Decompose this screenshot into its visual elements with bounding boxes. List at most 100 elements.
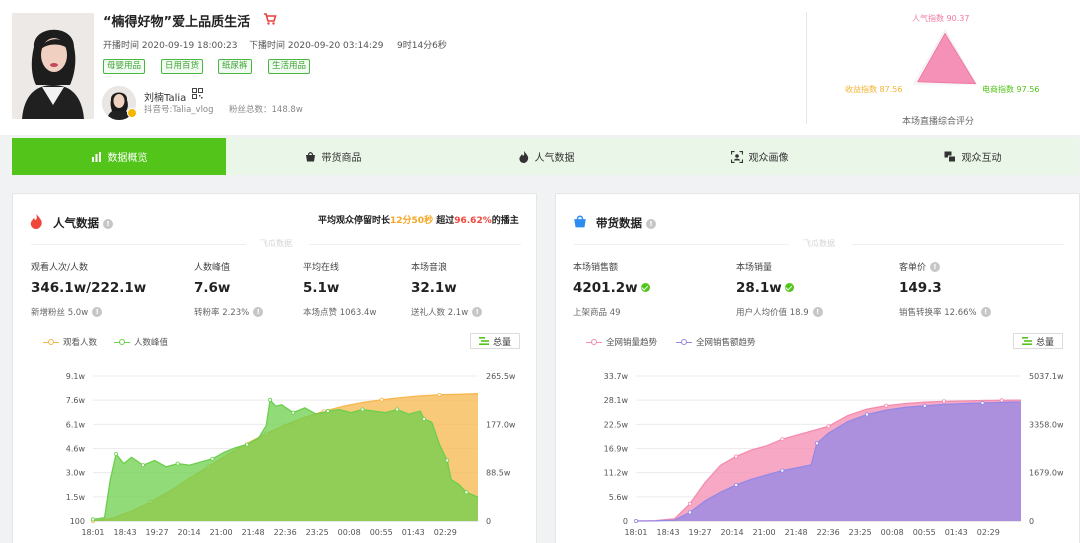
metric-sub: 上架商品 49	[573, 308, 621, 318]
metric-value: 28.1w	[736, 280, 794, 296]
data-point	[922, 403, 927, 408]
flame-icon	[30, 214, 42, 229]
metric-label: 平均在线	[303, 263, 340, 273]
legend-item[interactable]: 全网销量趋势	[586, 336, 657, 348]
radar-score-area	[916, 32, 977, 85]
info-icon[interactable]: !	[253, 307, 264, 317]
x-tick-label: 21:00	[210, 528, 233, 537]
metric-value: 7.6w	[194, 280, 231, 296]
score-radar-chart	[912, 29, 978, 85]
x-tick-label: 21:48	[242, 528, 265, 537]
x-tick-label: 02:29	[434, 528, 457, 537]
tag-chip[interactable]: 日用百货	[161, 59, 204, 74]
metric-sub: 用户人均价值 18.9!	[736, 306, 823, 318]
tab-products[interactable]: 带货商品	[226, 138, 440, 175]
stream-title: “楠得好物”爱上品质生活	[103, 15, 251, 30]
data-point	[864, 412, 869, 417]
x-tick-label: 18:43	[656, 528, 679, 537]
data-point	[395, 407, 400, 412]
y-left-tick-label: 28.1w	[604, 396, 629, 405]
y-left-tick-label: 6.1w	[66, 420, 86, 429]
y-left-tick-label: 1.5w	[66, 493, 86, 502]
y-left-tick-label: 4.6w	[66, 445, 86, 454]
info-icon[interactable]: !	[980, 307, 991, 317]
tag-chip[interactable]: 母婴用品	[103, 59, 146, 74]
data-point	[980, 400, 985, 405]
flame-icon	[518, 150, 528, 163]
data-point	[360, 407, 365, 412]
info-icon[interactable]: !	[472, 307, 483, 317]
tab-interaction[interactable]: 观众互动	[866, 138, 1079, 175]
tag-chip[interactable]: 生活用品	[268, 59, 311, 74]
host-name[interactable]: 刘楠Talia	[144, 89, 186, 104]
data-point	[687, 501, 692, 506]
panel-title: 带货数据!	[596, 215, 656, 231]
data-point	[437, 392, 442, 397]
tag-chip[interactable]: 纸尿裤	[218, 59, 252, 74]
y-left-tick-label: 7.6w	[66, 396, 86, 405]
data-point	[464, 490, 469, 495]
legend-item[interactable]: 人数峰值	[114, 336, 168, 348]
y-left-tick-label: 33.7w	[604, 372, 629, 381]
x-tick-label: 01:43	[945, 528, 968, 537]
sales-area-chart[interactable]: 0 5.6w 11.2w 16.9w 22.5w 28.1w 33.7w 0 1679.0w 33…	[556, 359, 1080, 543]
y-left-tick-label: 22.5w	[604, 420, 629, 429]
info-icon[interactable]: !	[103, 219, 113, 229]
cart-icon	[264, 13, 277, 25]
data-point	[734, 454, 739, 459]
duration: 9时14分6秒	[397, 41, 447, 51]
y-right-tick-label: 5037.1w	[1029, 372, 1064, 381]
metric-sub: 转粉率 2.23%!	[194, 306, 264, 318]
legend-line-icon	[676, 338, 692, 346]
divider	[309, 244, 521, 245]
data-point	[734, 483, 739, 488]
total-toggle-button[interactable]: 总量	[470, 333, 520, 349]
metric-sub: 新增粉丝 5.0w!	[31, 306, 103, 318]
watermark: 飞瓜数据	[803, 239, 835, 248]
y-left-tick-label: 100	[70, 517, 85, 526]
data-point	[210, 456, 215, 461]
data-point	[91, 517, 96, 522]
metric-label: 本场销售额	[573, 263, 619, 273]
start-time: 开播时间 2020-09-19 18:00:23	[103, 41, 238, 51]
divider	[31, 244, 246, 245]
qr-code-icon[interactable]	[192, 88, 203, 99]
data-point	[780, 437, 785, 442]
shopping-bag-icon	[305, 152, 315, 162]
popularity-panel: 人气数据! 平均观众停留时长12分50秒 超过96.62%的播主 飞瓜数据 观看…	[12, 193, 537, 543]
data-point	[114, 452, 119, 457]
popularity-area-chart[interactable]: 100 1.5w 3.0w 4.6w 6.1w 7.6w 9.1w 0 88.5w 177.0w 2…	[13, 359, 538, 543]
y-left-tick-label: 16.9w	[604, 445, 629, 454]
metric-label: 本场音浪	[411, 263, 448, 273]
x-tick-label: 18:43	[113, 528, 136, 537]
metric-sub: 送礼人数 2.1w!	[411, 306, 483, 318]
legend-item[interactable]: 全网销售额趋势	[676, 336, 756, 348]
data-point	[445, 458, 450, 463]
legend-item[interactable]: 观看人数	[43, 336, 97, 348]
metric-label: 人数峰值	[194, 263, 231, 273]
metric-value: 346.1w/222.1w	[31, 280, 147, 296]
x-tick-label: 22:36	[817, 528, 840, 537]
watermark: 飞瓜数据	[260, 239, 292, 248]
data-point	[268, 397, 273, 402]
tab-overview[interactable]: 数据概览	[12, 138, 226, 175]
x-tick-label: 23:25	[306, 528, 329, 537]
y-left-tick-label: 5.6w	[609, 493, 629, 502]
info-icon[interactable]: !	[92, 307, 103, 317]
x-tick-label: 00:08	[338, 528, 361, 537]
total-toggle-button[interactable]: 总量	[1013, 333, 1063, 349]
y-left-tick-label: 9.1w	[66, 372, 86, 381]
data-point	[884, 403, 889, 408]
douyin-id: 抖音号:Talia_vlog	[144, 105, 214, 115]
data-point	[941, 399, 946, 404]
x-tick-label: 00:55	[370, 528, 393, 537]
data-point	[379, 397, 384, 402]
series-area	[93, 399, 478, 521]
tab-audience[interactable]: 观众画像	[653, 138, 866, 175]
info-icon[interactable]: !	[812, 307, 823, 317]
y-left-tick-label: 0	[623, 517, 628, 526]
sales-panel: 带货数据! 飞瓜数据 本场销售额 4201.2w 上架商品 49 本场销量 28…	[555, 193, 1080, 543]
info-icon[interactable]: !	[646, 219, 656, 229]
tab-popularity[interactable]: 人气数据	[440, 138, 653, 175]
info-icon[interactable]: !	[930, 262, 941, 272]
